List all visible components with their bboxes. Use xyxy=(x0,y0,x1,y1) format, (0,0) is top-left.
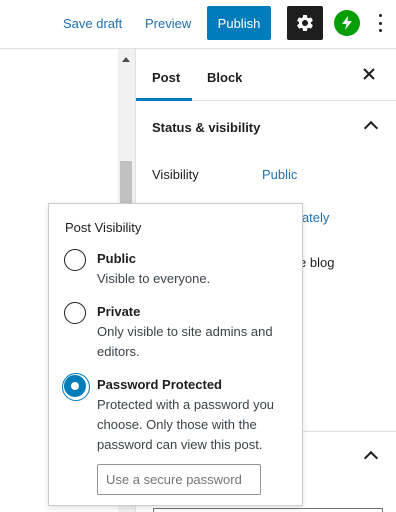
panel-input-edge xyxy=(153,508,383,512)
kebab-dot xyxy=(378,14,382,17)
close-icon[interactable] xyxy=(362,67,376,81)
editor-toolbar: Save draft Preview Publish xyxy=(0,0,396,49)
publish-button[interactable]: Publish xyxy=(207,6,271,40)
visibility-label: Visibility xyxy=(152,167,199,182)
kebab-dot xyxy=(378,21,382,25)
kebab-dot xyxy=(378,29,382,32)
scroll-up-arrow-icon[interactable] xyxy=(122,57,130,62)
status-visibility-panel-title[interactable]: Status & visibility xyxy=(152,120,260,135)
popover-title: Post Visibility xyxy=(65,220,142,235)
jetpack-bolt-icon xyxy=(342,16,352,30)
publish-schedule-link[interactable]: iately xyxy=(299,210,329,225)
visibility-toggle[interactable]: Public xyxy=(262,167,297,182)
option-private-description: Only visible to site admins and editors. xyxy=(97,324,273,359)
post-visibility-popover: Post Visibility Public Visible to everyo… xyxy=(48,203,303,506)
sidebar-tabs: Post Block xyxy=(136,49,396,101)
option-private-label[interactable]: Private xyxy=(97,304,140,319)
settings-button[interactable] xyxy=(287,6,323,40)
password-input[interactable] xyxy=(97,464,261,495)
radio-private[interactable] xyxy=(64,302,86,324)
radio-password-protected[interactable] xyxy=(62,373,90,401)
gear-icon xyxy=(297,14,313,31)
save-draft-button[interactable]: Save draft xyxy=(63,16,122,31)
preview-button[interactable]: Preview xyxy=(145,16,191,31)
option-password-label[interactable]: Password Protected xyxy=(97,377,222,392)
option-password-description: Protected with a password you choose. On… xyxy=(97,397,275,452)
active-tab-indicator xyxy=(136,98,192,101)
tab-post[interactable]: Post xyxy=(152,70,180,85)
chevron-up-icon[interactable] xyxy=(363,450,379,466)
tab-block[interactable]: Block xyxy=(207,70,242,85)
more-vertical-icon[interactable] xyxy=(372,11,388,35)
option-public-label[interactable]: Public xyxy=(97,251,136,266)
option-public-description: Visible to everyone. xyxy=(97,271,211,286)
jetpack-button[interactable] xyxy=(334,10,360,36)
radio-public[interactable] xyxy=(64,249,86,271)
sticky-option-text: e blog xyxy=(299,255,335,270)
chevron-up-icon[interactable] xyxy=(363,120,379,136)
